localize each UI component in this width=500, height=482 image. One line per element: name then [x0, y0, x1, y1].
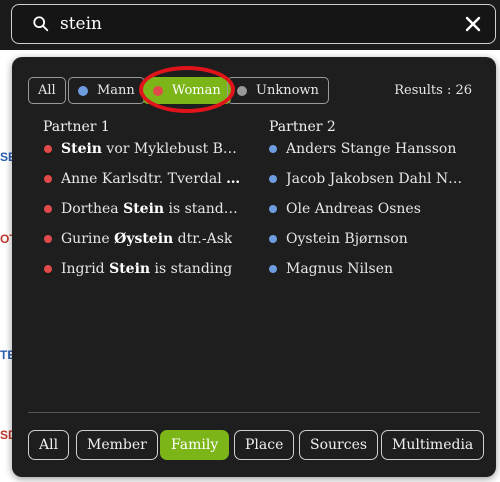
partner1-list: Stein vor Myklebust B… Anne Karlsdtr. Tve… — [44, 141, 244, 291]
tab-label: Family — [171, 437, 219, 453]
tab-member[interactable]: Member — [76, 430, 158, 460]
partner1-item[interactable]: Stein vor Myklebust B… — [44, 141, 244, 171]
filter-woman-chip[interactable]: Woman — [143, 77, 231, 104]
partner1-name: Dorthea Stein is stand… — [61, 201, 238, 217]
search-icon — [33, 16, 49, 32]
name-part: Gurine — [61, 231, 115, 247]
partner1-heading: Partner 1 — [43, 119, 110, 135]
partner1-name: Anne Karlsdtr. Tverdal … — [61, 171, 239, 187]
female-dot-icon — [44, 175, 52, 183]
filter-all-chip[interactable]: All — [28, 77, 66, 104]
chip-label: Woman — [172, 83, 221, 98]
name-part: is stand… — [164, 201, 238, 217]
partner2-heading: Partner 2 — [269, 119, 336, 135]
name-part: is standing — [150, 261, 233, 277]
chip-label: All — [38, 83, 56, 98]
partner2-name: Anders Stange Hansson — [286, 141, 457, 157]
female-dot-icon — [44, 235, 52, 243]
close-icon[interactable] — [463, 14, 483, 34]
male-dot-icon — [269, 265, 277, 273]
partner2-item[interactable]: Anders Stange Hansson — [269, 141, 469, 171]
search-bar — [0, 0, 500, 50]
tab-family[interactable]: Family — [160, 430, 230, 460]
chip-label: Unknown — [256, 83, 319, 98]
tab-label: All — [39, 437, 59, 453]
filter-unknown-chip[interactable]: Unknown — [227, 77, 329, 104]
male-dot-icon — [269, 235, 277, 243]
name-match: … — [226, 171, 239, 187]
male-dot-icon — [78, 85, 88, 96]
tab-place[interactable]: Place — [234, 430, 295, 460]
search-input[interactable] — [60, 11, 440, 37]
search-box — [11, 4, 496, 44]
partner2-list: Anders Stange Hansson Jacob Jakobsen Dahl… — [269, 141, 469, 291]
name-match: Stein — [123, 201, 165, 217]
partner1-item[interactable]: Dorthea Stein is stand… — [44, 201, 244, 231]
name-part: Anne Karlsdtr. Tverdal — [61, 171, 227, 187]
female-dot-icon — [44, 265, 52, 273]
chip-label: Mann — [97, 83, 135, 98]
partner2-name: Ole Andreas Osnes — [286, 201, 421, 217]
tab-label: Member — [87, 437, 147, 453]
name-part: dtr.-Ask — [173, 231, 233, 247]
partner2-item[interactable]: Ole Andreas Osnes — [269, 201, 469, 231]
divider — [28, 412, 480, 413]
tab-label: Sources — [310, 437, 368, 453]
partner1-name: Ingrid Stein is standing — [61, 261, 232, 277]
male-dot-icon — [269, 205, 277, 213]
female-dot-icon — [153, 85, 163, 96]
partner1-item[interactable]: Gurine Øystein dtr.-Ask — [44, 231, 244, 261]
name-part: Ingrid — [61, 261, 110, 277]
name-match: Stein — [109, 261, 151, 277]
unknown-dot-icon — [237, 85, 247, 96]
partner1-item[interactable]: Ingrid Stein is standing — [44, 261, 244, 291]
female-dot-icon — [44, 205, 52, 213]
partner2-item[interactable]: Jacob Jakobsen Dahl N… — [269, 171, 469, 201]
partner2-name: Oystein Bjørnson — [286, 231, 408, 247]
search-results-panel: All Mann Woman Unknown Results : 26 Part… — [12, 57, 496, 477]
partner1-item[interactable]: Anne Karlsdtr. Tverdal … — [44, 171, 244, 201]
name-part: vor Myklebust B… — [101, 141, 237, 157]
name-match: Øystein — [114, 231, 174, 247]
tab-all[interactable]: All — [28, 430, 70, 460]
female-dot-icon — [44, 145, 52, 153]
tab-sources[interactable]: Sources — [299, 430, 379, 460]
partner2-item[interactable]: Magnus Nilsen — [269, 261, 469, 291]
filter-male-chip[interactable]: Mann — [68, 77, 145, 104]
name-match: Stein — [61, 141, 102, 157]
partner2-name: Magnus Nilsen — [286, 261, 394, 277]
partner1-name: Stein vor Myklebust B… — [61, 141, 237, 157]
male-dot-icon — [269, 145, 277, 153]
results-count: Results : 26 — [394, 83, 472, 98]
partner1-name: Gurine Øystein dtr.-Ask — [61, 231, 232, 247]
tab-label: Place — [245, 437, 284, 453]
tab-label: Multimedia — [392, 437, 474, 453]
partner2-item[interactable]: Oystein Bjørnson — [269, 231, 469, 261]
male-dot-icon — [269, 175, 277, 183]
tab-multimedia[interactable]: Multimedia — [381, 430, 485, 460]
partner2-name: Jacob Jakobsen Dahl N… — [286, 171, 463, 187]
name-part: Dorthea — [61, 201, 124, 217]
